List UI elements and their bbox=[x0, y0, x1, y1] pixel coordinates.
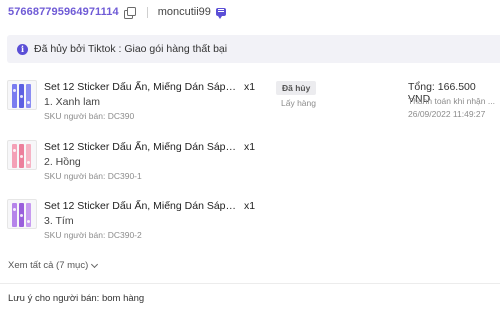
product-quantity: x1 bbox=[244, 200, 256, 212]
info-icon: i bbox=[17, 43, 28, 55]
buyer-name[interactable]: moncutii99 bbox=[158, 6, 211, 18]
product-thumbnail[interactable] bbox=[7, 80, 37, 110]
copy-icon[interactable] bbox=[123, 6, 136, 19]
see-all-items-button[interactable]: Xem tất cả (7 mục) bbox=[8, 260, 99, 271]
section-divider bbox=[0, 283, 500, 284]
divider-vertical bbox=[146, 6, 148, 18]
order-date: 26/09/2022 11:49:27 bbox=[408, 109, 486, 119]
product-sku: SKU người bán: DC390 bbox=[44, 111, 135, 121]
product-quantity: x1 bbox=[244, 141, 256, 153]
product-title[interactable]: Set 12 Sticker Dấu Ấn, Miếng Dán Sáp Niê… bbox=[44, 141, 237, 153]
product-thumbnail[interactable] bbox=[7, 199, 37, 229]
product-title[interactable]: Set 12 Sticker Dấu Ấn, Miếng Dán Sáp Niê… bbox=[44, 81, 237, 93]
cancellation-banner: i Đã hủy bởi Tiktok : Giao gói hàng thất… bbox=[7, 35, 500, 63]
order-item: Set 12 Sticker Dấu Ấn, Miếng Dán Sáp Niê… bbox=[7, 199, 500, 243]
product-variant: 3. Tím bbox=[44, 215, 74, 227]
see-all-label: Xem tất cả (7 mục) bbox=[8, 260, 89, 271]
fulfillment-method: Lấy hàng bbox=[281, 98, 316, 108]
chevron-down-icon bbox=[91, 260, 99, 268]
chat-icon[interactable] bbox=[215, 8, 226, 19]
product-sku: SKU người bán: DC390-2 bbox=[44, 230, 142, 240]
product-title[interactable]: Set 12 Sticker Dấu Ấn, Miếng Dán Sáp Niê… bbox=[44, 200, 237, 212]
product-variant: 1. Xanh lam bbox=[44, 96, 101, 108]
product-variant: 2. Hồng bbox=[44, 156, 81, 168]
product-thumbnail[interactable] bbox=[7, 140, 37, 170]
seller-note: Lưu ý cho người bán: bom hàng bbox=[8, 293, 145, 304]
payment-note: Thanh toán khi nhận ... bbox=[408, 96, 495, 106]
cancellation-reason: Đã hủy bởi Tiktok : Giao gói hàng thất b… bbox=[34, 43, 228, 55]
order-header: 576687795964971114 moncutii99 bbox=[8, 4, 226, 20]
order-id-link[interactable]: 576687795964971114 bbox=[8, 6, 119, 18]
product-quantity: x1 bbox=[244, 81, 256, 93]
product-sku: SKU người bán: DC390-1 bbox=[44, 171, 142, 181]
order-item: Set 12 Sticker Dấu Ấn, Miếng Dán Sáp Niê… bbox=[7, 140, 500, 184]
status-badge: Đã hủy bbox=[276, 81, 317, 95]
